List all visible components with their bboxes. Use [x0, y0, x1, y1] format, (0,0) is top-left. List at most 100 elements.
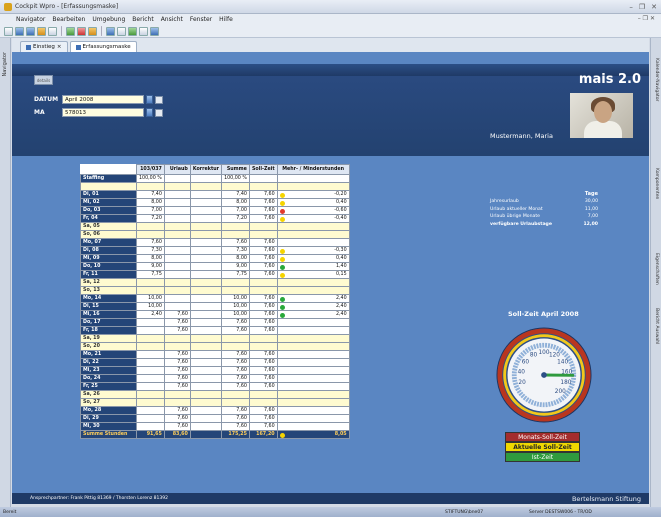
- cell[interactable]: [136, 342, 165, 351]
- cell[interactable]: 2,40: [136, 310, 165, 319]
- restore-icon[interactable]: ❐: [639, 3, 645, 11]
- cell[interactable]: [136, 230, 165, 239]
- cell[interactable]: [163, 398, 191, 407]
- help-icon[interactable]: [150, 26, 159, 36]
- menu-ansicht[interactable]: Ansicht: [161, 16, 183, 23]
- cell[interactable]: [163, 390, 191, 399]
- cell[interactable]: [189, 334, 223, 343]
- preview-icon[interactable]: [48, 26, 57, 36]
- dock-tab-bericht[interactable]: Bericht Auswahl: [654, 308, 659, 344]
- cell[interactable]: [189, 174, 223, 183]
- cell[interactable]: [163, 198, 191, 207]
- cell[interactable]: [189, 310, 223, 319]
- cell[interactable]: 7,00: [136, 206, 165, 215]
- cell[interactable]: [189, 366, 223, 375]
- cell[interactable]: 8,00: [136, 254, 165, 263]
- close-icon[interactable]: ✕: [651, 3, 657, 11]
- new-icon[interactable]: [4, 26, 13, 36]
- cell[interactable]: [163, 342, 191, 351]
- minimize-icon[interactable]: –: [629, 3, 633, 11]
- cell[interactable]: [189, 294, 223, 303]
- cell[interactable]: [163, 190, 191, 199]
- datum-spinner[interactable]: [146, 95, 153, 104]
- cell[interactable]: 7,75: [136, 270, 165, 279]
- cell[interactable]: 10,00: [136, 302, 165, 311]
- cell[interactable]: 7,20: [136, 214, 165, 223]
- cell[interactable]: [163, 206, 191, 215]
- cell[interactable]: [189, 326, 223, 335]
- cell[interactable]: [136, 326, 165, 335]
- cell[interactable]: [136, 406, 165, 415]
- cell[interactable]: [136, 398, 165, 407]
- cell[interactable]: [189, 390, 223, 399]
- cell[interactable]: [136, 390, 165, 399]
- cell[interactable]: [189, 198, 223, 207]
- export-icon[interactable]: [128, 26, 137, 36]
- cell[interactable]: [136, 286, 165, 295]
- cell[interactable]: 7,60: [163, 422, 191, 431]
- cell[interactable]: [136, 414, 165, 423]
- cell[interactable]: 7,60: [163, 406, 191, 415]
- cell[interactable]: [189, 382, 223, 391]
- cell[interactable]: [136, 422, 165, 431]
- menu-hilfe[interactable]: Hilfe: [219, 16, 233, 23]
- cell[interactable]: [136, 350, 165, 359]
- cell[interactable]: [163, 214, 191, 223]
- cell[interactable]: [136, 374, 165, 383]
- cell[interactable]: [136, 278, 165, 287]
- cell[interactable]: 7,60: [136, 238, 165, 247]
- navigator-panel[interactable]: Navigator: [0, 38, 11, 507]
- cell[interactable]: [189, 214, 223, 223]
- cell[interactable]: [163, 230, 191, 239]
- cell[interactable]: [136, 358, 165, 367]
- cell[interactable]: [163, 294, 191, 303]
- delete-icon[interactable]: [77, 26, 86, 36]
- cell[interactable]: 7,60: [163, 414, 191, 423]
- save-icon[interactable]: [26, 26, 35, 36]
- cell[interactable]: [189, 414, 223, 423]
- cell[interactable]: [189, 342, 223, 351]
- cell[interactable]: 7,60: [163, 374, 191, 383]
- cell[interactable]: 7,60: [163, 366, 191, 375]
- cell[interactable]: [163, 302, 191, 311]
- cell[interactable]: [163, 246, 191, 255]
- cell[interactable]: [163, 262, 191, 271]
- open-icon[interactable]: [15, 26, 24, 36]
- tab-erfassungsmaske[interactable]: Erfassungsmaske: [69, 41, 137, 52]
- cell[interactable]: [189, 246, 223, 255]
- cell[interactable]: [163, 278, 191, 287]
- cell[interactable]: [189, 190, 223, 199]
- cell[interactable]: 7,60: [163, 310, 191, 319]
- cell[interactable]: [189, 222, 223, 231]
- close-icon[interactable]: ×: [57, 44, 62, 50]
- cell[interactable]: 7,60: [163, 358, 191, 367]
- cell[interactable]: [189, 302, 223, 311]
- cell[interactable]: [189, 278, 223, 287]
- cell[interactable]: [189, 254, 223, 263]
- cell[interactable]: 7,60: [163, 318, 191, 327]
- cell[interactable]: 100,00 %: [136, 174, 165, 183]
- cell[interactable]: [189, 398, 223, 407]
- cell[interactable]: [189, 230, 223, 239]
- details-button[interactable]: details: [34, 75, 53, 85]
- menu-umgebung[interactable]: Umgebung: [92, 16, 125, 23]
- cell[interactable]: 7,40: [136, 190, 165, 199]
- ma-field[interactable]: 578013: [62, 108, 144, 117]
- cell[interactable]: 9,00: [136, 262, 165, 271]
- print-icon[interactable]: [37, 26, 46, 36]
- chart-icon[interactable]: [117, 26, 126, 36]
- cell[interactable]: [189, 406, 223, 415]
- cell[interactable]: [189, 422, 223, 431]
- menu-bericht[interactable]: Bericht: [132, 16, 153, 23]
- ma-spinner[interactable]: [146, 108, 153, 117]
- cell[interactable]: [189, 350, 223, 359]
- grid-icon[interactable]: [106, 26, 115, 36]
- cell[interactable]: [189, 286, 223, 295]
- cell[interactable]: [163, 174, 191, 183]
- cell[interactable]: [163, 254, 191, 263]
- filter-icon[interactable]: [88, 26, 97, 36]
- cell[interactable]: [189, 270, 223, 279]
- cell[interactable]: [163, 222, 191, 231]
- lookup-icon[interactable]: [155, 109, 163, 117]
- menu-navigator[interactable]: Navigator: [16, 16, 45, 23]
